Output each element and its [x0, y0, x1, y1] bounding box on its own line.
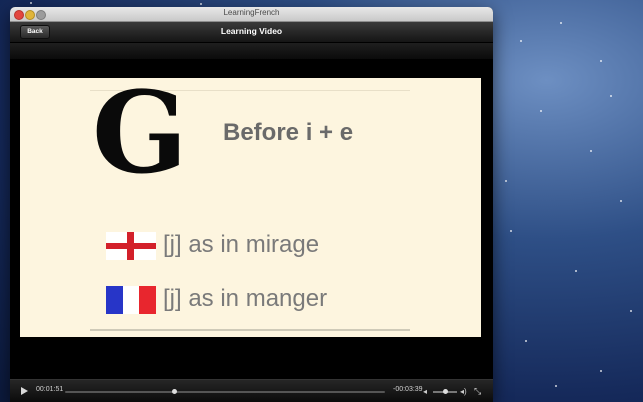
fullscreen-icon[interactable]: ⤡: [474, 386, 481, 397]
video-controls: 00:01:51 -00:03:39 ◂ ◂) ⤡: [10, 379, 493, 402]
navigation-bar: Back Learning Video: [10, 22, 493, 43]
toolbar-strip: [10, 43, 493, 59]
france-flag-icon: [106, 286, 156, 314]
current-time: 00:01:51: [36, 386, 64, 393]
volume-low-icon[interactable]: ◂: [423, 387, 427, 396]
progress-track[interactable]: [65, 391, 385, 393]
england-flag-icon: [106, 232, 156, 260]
progress-thumb[interactable]: [171, 389, 177, 394]
volume-high-icon[interactable]: ◂): [460, 387, 467, 396]
title-bar: LearningFrench: [10, 7, 493, 22]
stencil-gap: [132, 114, 154, 119]
divider: [90, 329, 410, 331]
volume-thumb[interactable]: [443, 389, 448, 394]
video-frame[interactable]: G Before i + e [j] as in mirage [j] as i…: [20, 74, 481, 337]
slide-headline: Before i + e: [223, 119, 354, 146]
remaining-time: -00:03:39: [393, 386, 423, 393]
pronunciation-text: [j] as in mirage: [163, 231, 320, 258]
app-window: LearningFrench Back Learning Video G Bef…: [10, 7, 493, 402]
stencil-gap: [132, 154, 154, 159]
window-title: LearningFrench: [223, 8, 280, 17]
pronunciation-text: [j] as in manger: [163, 285, 328, 312]
stencil-letter: G: [92, 68, 188, 199]
page-title: Learning Video: [220, 26, 283, 36]
play-icon[interactable]: [21, 387, 28, 395]
